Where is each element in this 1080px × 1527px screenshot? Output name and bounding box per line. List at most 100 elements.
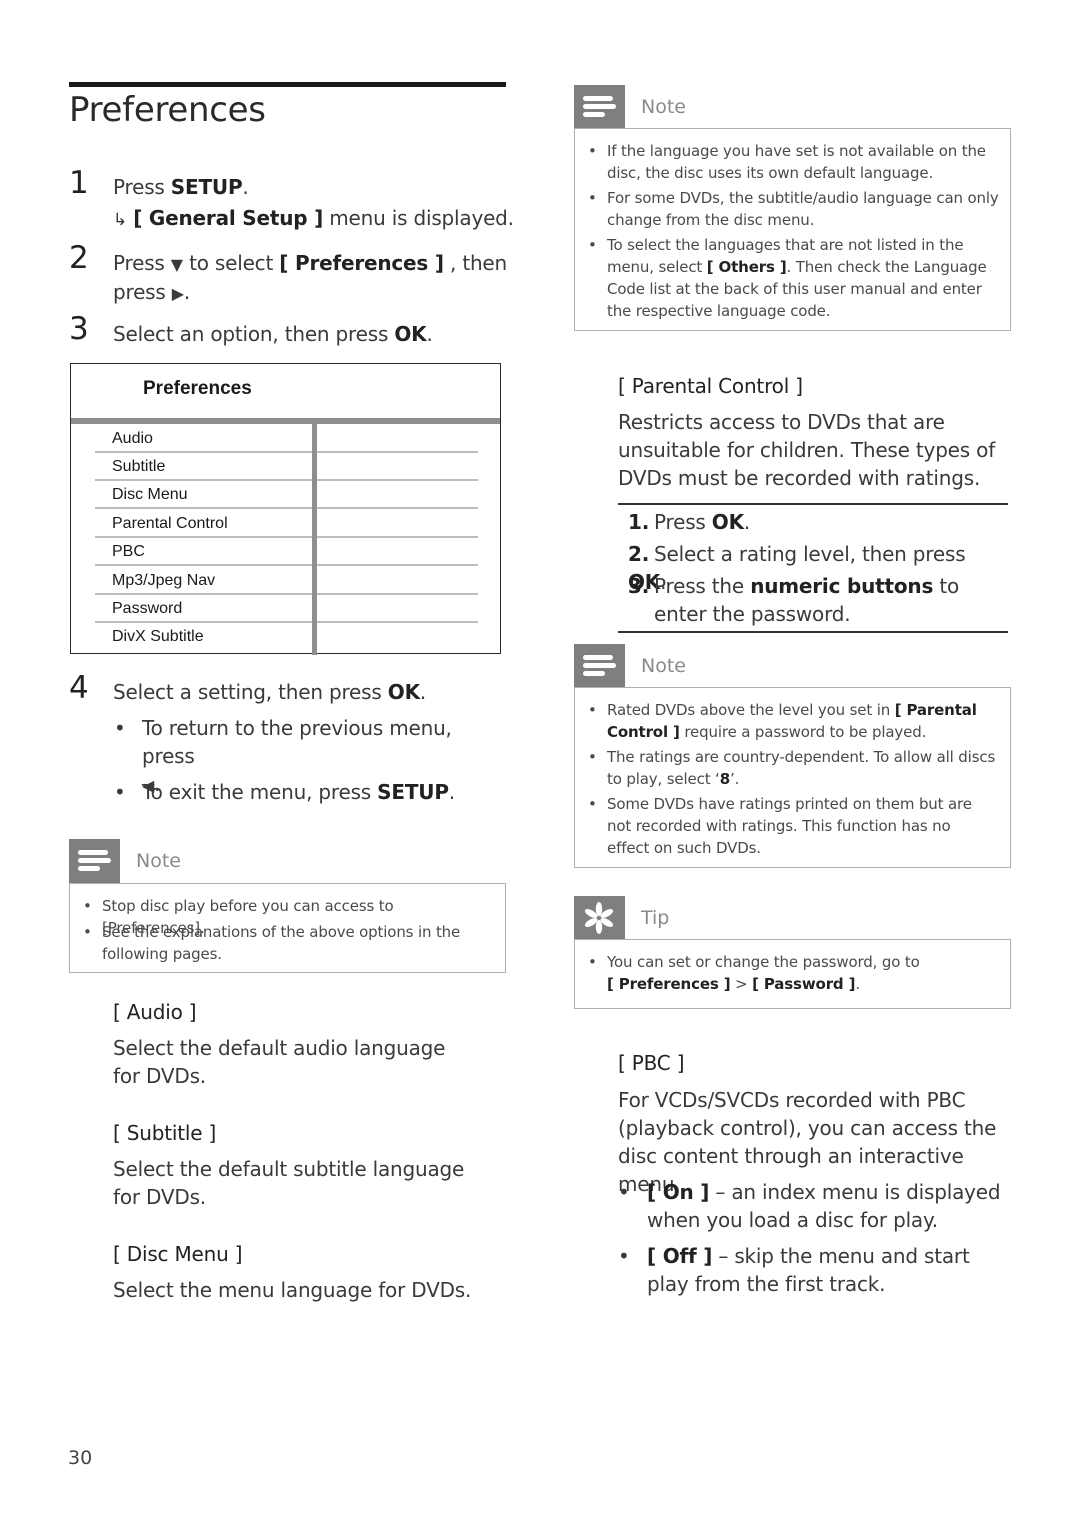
preferences-menu: Preferences Audio Subtitle Disc Menu Par… (70, 363, 501, 655)
bullet: • (618, 1180, 630, 1204)
row-divider (95, 564, 312, 566)
note-item: • For some DVDs, the subtitle/audio langu… (588, 189, 999, 229)
step-1-post: . (242, 175, 249, 199)
note-item: • See the explanations of the above optio… (83, 923, 461, 963)
note-icon (69, 839, 120, 883)
result-arrow-icon: ↳ (113, 210, 128, 230)
note-item-text: If the language you have set is not avai… (607, 142, 986, 182)
note-item-text: The ratings are country-dependent. To al… (607, 748, 996, 788)
step-num: 3. (628, 574, 650, 598)
step-text: Press the (654, 574, 751, 598)
menu-item-subtitle[interactable]: Subtitle (95, 453, 478, 481)
title-rule (69, 82, 506, 87)
note-item-text: Rated DVDs above the level you set in (607, 701, 895, 719)
numeric-buttons-label: numeric buttons (750, 574, 934, 598)
parental-rule-top (618, 503, 1008, 505)
menu-item-audio[interactable]: Audio (95, 425, 478, 453)
step-num: 2. (628, 542, 650, 566)
parental-rule-bottom (618, 631, 1008, 633)
setup-button-label: SETUP (377, 780, 449, 804)
step-1-result-post: menu is displayed. (323, 206, 514, 230)
on-option-label: [ On ] (647, 1180, 710, 1204)
menu-title: Preferences (143, 378, 252, 399)
step-2-line2-post: . (183, 280, 191, 304)
audio-heading: [ Audio ] (113, 1000, 197, 1024)
step-text: Press (654, 510, 712, 534)
menu-item-divx-subtitle[interactable]: DivX Subtitle (95, 623, 478, 651)
step-number-1: 1 (69, 165, 89, 201)
menu-item-label: Password (112, 600, 183, 617)
step-text: Select a rating level, then press (654, 542, 966, 566)
bullet-1-text: To return to the previous menu, press (142, 716, 452, 768)
audio-description: Select the default audio language for DV… (113, 1036, 446, 1088)
tip-text: . (855, 975, 860, 993)
step-2-pre: Press (113, 251, 171, 275)
subtitle-description: Select the default subtitle language for… (113, 1157, 465, 1209)
subtitle-heading: [ Subtitle ] (113, 1121, 217, 1145)
menu-item-label: Subtitle (112, 458, 166, 475)
step-4-pre: Select a setting, then press (113, 680, 388, 704)
tip-item: • You can set or change the password, go … (588, 953, 920, 993)
bullet: • (618, 1244, 630, 1268)
ok-button-label: OK (394, 322, 427, 346)
note-item-text: Some DVDs have ratings printed on them b… (607, 795, 972, 857)
general-setup-label: [ General Setup ] (133, 206, 324, 230)
step-2-line2: press ▶. (113, 278, 190, 308)
step-3-text: Select an option, then press OK. (113, 320, 433, 349)
note-item-text: require a password to be played. (679, 723, 927, 741)
menu-item-label: Mp3/Jpeg Nav (112, 572, 216, 589)
note-icon (574, 644, 625, 688)
note-label: Note (136, 850, 181, 872)
tip-text: You can set or change the password, go t… (607, 953, 920, 971)
step-1-text: Press SETUP. (113, 173, 249, 202)
bullet: • (114, 716, 126, 740)
note-item: • The ratings are country-dependent. To a… (588, 748, 996, 788)
tip-icon (574, 896, 625, 940)
menu-item-label: PBC (112, 543, 145, 560)
menu-item-label: Audio (112, 430, 153, 447)
menu-header-bar (71, 418, 500, 424)
parental-control-heading: [ Parental Control ] (618, 374, 803, 398)
menu-item-mp3-jpeg-nav[interactable]: Mp3/Jpeg Nav (95, 567, 478, 595)
disc-menu-description: Select the menu language for DVDs. (113, 1278, 472, 1302)
menu-item-pbc[interactable]: PBC (95, 538, 478, 566)
right-arrow-icon: ▶ (171, 284, 184, 303)
step-4-text: Select a setting, then press OK. (113, 678, 426, 707)
step-1-pre: Press (113, 175, 171, 199)
parental-step-1: 1. Press OK. (628, 508, 998, 536)
off-option-label: [ Off ] (647, 1244, 713, 1268)
path-separator: > (730, 975, 753, 993)
note-item-text: For some DVDs, the subtitle/audio langua… (607, 189, 999, 229)
menu-item-password[interactable]: Password (95, 595, 478, 623)
step-4-bullet-2: • To exit the menu, press SETUP. (114, 778, 504, 806)
bullet-2-pre: To exit the menu, press (142, 780, 378, 804)
preferences-path-label: [ Preferences ] (607, 975, 731, 993)
step-3-post: . (426, 322, 433, 346)
ok-button-label: OK (387, 680, 420, 704)
menu-item-disc-menu[interactable]: Disc Menu (95, 481, 478, 509)
note-item-text: ’. (729, 770, 740, 788)
page-number: 30 (68, 1447, 93, 1469)
note-item: • Rated DVDs above the level you set in [… (588, 701, 977, 741)
ok-button-label: OK (711, 510, 744, 534)
note-label: Note (641, 96, 686, 118)
note-item: • If the language you have set is not ava… (588, 142, 986, 182)
rating-value: 8 (719, 770, 730, 788)
step-text: . (743, 510, 751, 534)
note-box-right-1: • If the language you have set is not ava… (574, 128, 1011, 331)
pbc-heading: [ PBC ] (618, 1051, 685, 1075)
note-box-left: • Stop disc play before you can access to… (69, 883, 506, 973)
preferences-label: [ Preferences ] (279, 251, 444, 275)
tip-label: Tip (641, 907, 670, 929)
parental-step-3: 3. Press the numeric buttons to enter the… (628, 572, 1004, 628)
menu-item-label: DivX Subtitle (112, 628, 204, 645)
step-number-4: 4 (69, 670, 89, 706)
step-4-post: . (419, 680, 427, 704)
step-number-2: 2 (69, 240, 89, 276)
note-box-right-2: • Rated DVDs above the level you set in [… (574, 687, 1011, 868)
step-1-result: ↳ [ General Setup ] menu is displayed. (113, 204, 514, 235)
bullet-2-post: . (448, 780, 455, 804)
menu-item-parental-control[interactable]: Parental Control (95, 510, 478, 538)
pbc-option-on: • [ On ] – an index menu is displayed wh… (618, 1178, 1008, 1234)
step-2-text: Press ▼ to select [ Preferences ] , then (113, 249, 507, 279)
